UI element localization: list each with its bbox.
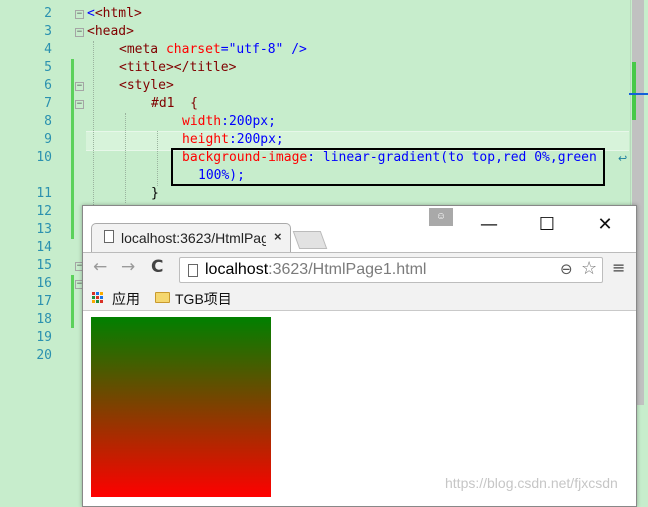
- address-bar[interactable]: localhost:3623/HtmlPage1.html ⊖ ☆: [179, 257, 603, 283]
- fold-toggle[interactable]: −: [75, 82, 84, 91]
- meta-tag: <meta: [119, 42, 159, 57]
- bookmarks-bar: 应用 TGB项目: [83, 286, 636, 311]
- code-line-3: <head>: [87, 23, 134, 41]
- code-line-2: <<html>: [87, 6, 142, 21]
- code-line-4: <meta charset="utf-8" />: [119, 41, 307, 59]
- url-text[interactable]: localhost:3623/HtmlPage1.html: [205, 261, 426, 279]
- html-tag: <html>: [94, 6, 142, 21]
- line-number: 3: [44, 24, 52, 39]
- bookmark-apps[interactable]: 应用: [112, 289, 140, 309]
- scroll-change-marker: [632, 62, 636, 120]
- code-line-7: #d1 {: [151, 95, 198, 113]
- menu-icon[interactable]: ≡: [612, 258, 625, 277]
- browser-window[interactable]: localhost:3623/HtmlPage1.html × ☺ — ☐ ✕ …: [82, 205, 637, 507]
- equals: =: [220, 42, 229, 57]
- line-number: 15: [36, 258, 52, 273]
- scroll-caret-marker: [629, 93, 648, 95]
- forward-arrow-icon[interactable]: →: [121, 257, 135, 277]
- line-number: 16: [36, 276, 52, 291]
- person-icon[interactable]: ☺: [429, 208, 453, 226]
- bookmark-star-icon[interactable]: ☆: [581, 258, 597, 279]
- url-host: localhost: [205, 261, 269, 278]
- url-path: :3623/HtmlPage1.html: [268, 261, 427, 278]
- indent-guide: [125, 113, 126, 203]
- page-icon: [104, 230, 114, 243]
- browser-tab[interactable]: localhost:3623/HtmlPage1.html ×: [91, 223, 291, 252]
- fold-toggle[interactable]: −: [75, 100, 84, 109]
- css-value: :200px;: [228, 132, 284, 147]
- maximize-button[interactable]: ☐: [532, 212, 562, 238]
- watermark: https://blog.csdn.net/fjxcsdn: [445, 475, 618, 491]
- line-number: 13: [36, 222, 52, 237]
- back-arrow-icon[interactable]: ←: [93, 257, 107, 277]
- title-close: </title>: [173, 60, 237, 75]
- page-icon: [188, 264, 198, 277]
- line-number: 6: [44, 78, 52, 93]
- minimize-button[interactable]: —: [474, 212, 504, 238]
- line-number: 18: [36, 312, 52, 327]
- code-line-6: <style>: [119, 77, 174, 95]
- line-number: 10: [36, 150, 52, 165]
- code-line-8: width:200px;: [182, 113, 276, 131]
- code-line-11: }: [151, 185, 159, 203]
- fold-toggle[interactable]: −: [75, 10, 84, 19]
- line-number: 9: [44, 132, 52, 147]
- line-number: 12: [36, 204, 52, 219]
- css-value: :200px;: [221, 114, 276, 129]
- line-number: 17: [36, 294, 52, 309]
- title-open: <title>: [119, 60, 174, 75]
- new-tab-button[interactable]: [292, 231, 328, 249]
- charset-value: "utf-8": [228, 42, 284, 57]
- line-number: 5: [44, 60, 52, 75]
- line-number: 2: [44, 6, 52, 21]
- code-line-9: height:200px;: [182, 131, 284, 149]
- line-number: 7: [44, 96, 52, 111]
- word-wrap-icon: ↩: [618, 152, 628, 165]
- folder-icon: [155, 292, 170, 303]
- indent-guide: [93, 41, 94, 211]
- indent-guide: [157, 131, 158, 186]
- gradient-box: [91, 317, 271, 497]
- apps-grid-icon[interactable]: [92, 292, 104, 304]
- change-bar: [71, 59, 74, 239]
- close-window-button[interactable]: ✕: [590, 212, 620, 238]
- tab-title: localhost:3623/HtmlPage1.html: [121, 230, 266, 246]
- css-property: height: [182, 132, 229, 147]
- code-line-5: <title></title>: [119, 59, 236, 77]
- style-tag: <style>: [119, 78, 174, 93]
- closing-brace: }: [151, 186, 159, 201]
- line-number: 8: [44, 114, 52, 129]
- css-selector: #d1 {: [151, 96, 198, 111]
- line-number: 20: [36, 348, 52, 363]
- tab-close-icon[interactable]: ×: [274, 229, 282, 244]
- css-property: width: [182, 114, 222, 129]
- bookmark-tgb-folder[interactable]: TGB项目: [175, 289, 232, 309]
- browser-titlebar[interactable]: localhost:3623/HtmlPage1.html × ☺ — ☐ ✕: [83, 206, 636, 252]
- charset-attr: charset: [165, 42, 221, 57]
- line-number: 14: [36, 240, 52, 255]
- browser-toolbar: ← → C localhost:3623/HtmlPage1.html ⊖ ☆ …: [83, 252, 636, 287]
- head-tag: <head>: [87, 24, 134, 39]
- fold-toggle[interactable]: −: [75, 28, 84, 37]
- page-content: https://blog.csdn.net/fjxcsdn: [83, 311, 636, 506]
- highlight-box: [171, 148, 605, 186]
- line-number: 19: [36, 330, 52, 345]
- line-number: 4: [44, 42, 52, 57]
- reload-icon[interactable]: C: [151, 257, 163, 277]
- zoom-out-icon[interactable]: ⊖: [560, 260, 573, 278]
- meta-close: />: [291, 42, 307, 57]
- line-number: 11: [36, 186, 52, 201]
- change-bar: [71, 275, 74, 328]
